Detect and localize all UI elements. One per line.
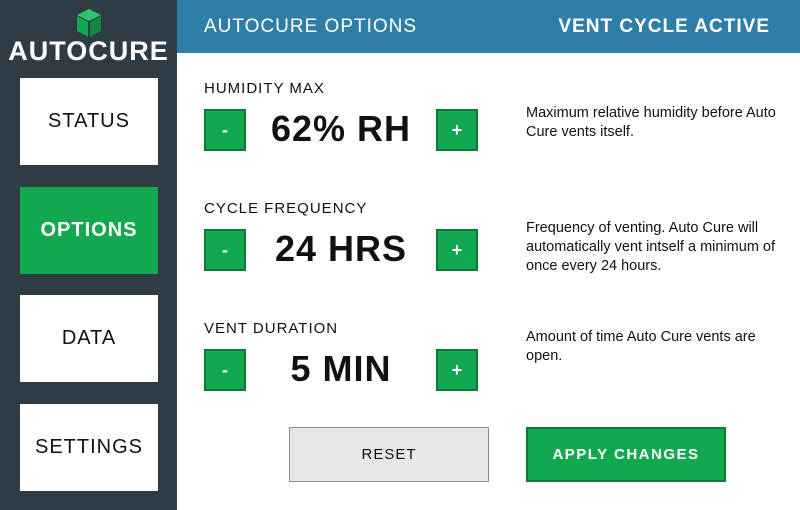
duration-increase-button[interactable]: + (436, 349, 478, 391)
page-title: AUTOCURE OPTIONS (204, 16, 418, 37)
frequency-decrease-button[interactable]: - (204, 229, 246, 271)
apply-changes-button[interactable]: APPLY CHANGES (526, 427, 726, 482)
vent-duration-label: VENT DURATION (204, 320, 339, 337)
sidebar: AUTOCURE STATUS OPTIONS DATA SETTINGS (0, 0, 177, 510)
cycle-frequency-description: Frequency of venting. Auto Cure will aut… (526, 220, 776, 274)
duration-decrease-button[interactable]: - (204, 349, 246, 391)
nav-item-data[interactable]: DATA (20, 295, 158, 382)
nav-item-options[interactable]: OPTIONS (20, 187, 158, 274)
humidity-max-label: HUMIDITY MAX (204, 80, 325, 97)
reset-button[interactable]: RESET (289, 427, 489, 482)
logo-text: AUTOCURE (8, 36, 169, 66)
cycle-frequency-label: CYCLE FREQUENCY (204, 200, 368, 217)
nav-item-settings[interactable]: SETTINGS (20, 404, 158, 491)
cycle-frequency-value: 24 HRS (274, 228, 408, 269)
brand-logo: AUTOCURE (0, 0, 177, 78)
status-indicator: VENT CYCLE ACTIVE (558, 16, 770, 37)
nav-item-status[interactable]: STATUS (20, 78, 158, 165)
vent-duration-value: 5 MIN (290, 348, 392, 389)
cube-icon (77, 9, 101, 37)
humidity-max-value: 62% RH (270, 108, 412, 149)
humidity-decrease-button[interactable]: - (204, 109, 246, 151)
humidity-max-description: Maximum relative humidity before Auto Cu… (526, 105, 776, 140)
humidity-increase-button[interactable]: + (436, 109, 478, 151)
vent-duration-description: Amount of time Auto Cure vents are open. (526, 329, 756, 364)
header-bar: AUTOCURE OPTIONS VENT CYCLE ACTIVE (177, 0, 800, 53)
frequency-increase-button[interactable]: + (436, 229, 478, 271)
